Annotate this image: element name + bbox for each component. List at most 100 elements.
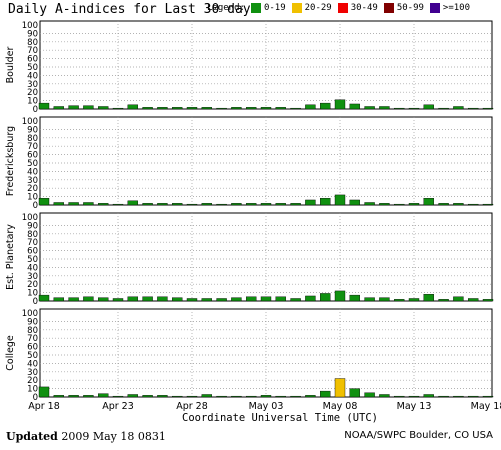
x-tick-label: May 08 bbox=[323, 401, 358, 412]
bar-est-planetary-may-05 bbox=[290, 298, 301, 302]
bar-college-may-16 bbox=[453, 395, 464, 398]
bar-college-apr-23 bbox=[112, 395, 124, 398]
bar-college-apr-30 bbox=[216, 395, 227, 398]
bar-fredericksburg-may-15 bbox=[438, 203, 449, 206]
bar-college-apr-24 bbox=[127, 394, 139, 398]
bar-fredericksburg-apr-30 bbox=[216, 203, 227, 206]
bar-fredericksburg-may-07 bbox=[320, 198, 331, 206]
bar-fredericksburg-apr-21 bbox=[83, 202, 94, 206]
bar-boulder-may-12 bbox=[394, 107, 405, 110]
bar-boulder-may-15 bbox=[438, 107, 449, 110]
y-tick-label: 100 bbox=[22, 117, 38, 127]
x-tick-label: Apr 18 bbox=[28, 401, 60, 412]
credit-text: NOAA/SWPC Boulder, CO USA bbox=[344, 430, 493, 441]
bar-fredericksburg-apr-28 bbox=[186, 203, 198, 206]
bar-est-planetary-may-08 bbox=[334, 290, 346, 302]
bar-est-planetary-may-15 bbox=[438, 299, 449, 302]
bar-college-may-01 bbox=[231, 395, 242, 398]
bar-est-planetary-may-18 bbox=[482, 299, 494, 302]
bar-est-planetary-may-14 bbox=[423, 294, 434, 302]
bar-boulder-may-14 bbox=[423, 104, 434, 110]
bar-est-planetary-apr-22 bbox=[97, 297, 109, 302]
bar-est-planetary-may-16 bbox=[453, 296, 464, 302]
bar-fredericksburg-apr-29 bbox=[201, 203, 213, 206]
bar-boulder-may-08 bbox=[334, 99, 346, 110]
bar-fredericksburg-may-11 bbox=[379, 203, 390, 206]
panel-frame bbox=[39, 308, 493, 398]
bar-est-planetary-apr-25 bbox=[142, 296, 153, 302]
updated-stamp: Updated 2009 May 18 0831 bbox=[6, 430, 166, 443]
bar-boulder-apr-21 bbox=[83, 105, 94, 110]
y-tick-label: 100 bbox=[22, 21, 38, 31]
panel-est-planetary: 0102030405060708090100Est. Planetary bbox=[5, 212, 494, 307]
bar-college-may-10 bbox=[364, 392, 375, 398]
bar-est-planetary-apr-29 bbox=[201, 298, 213, 302]
bar-est-planetary-apr-27 bbox=[171, 297, 183, 302]
bar-fredericksburg-apr-23 bbox=[112, 203, 124, 206]
bar-college-may-14 bbox=[423, 394, 434, 398]
bar-est-planetary-may-11 bbox=[379, 297, 390, 302]
y-axis-label: Est. Planetary bbox=[5, 224, 16, 290]
bar-fredericksburg-apr-20 bbox=[68, 202, 79, 206]
bar-fredericksburg-may-12 bbox=[394, 203, 405, 206]
panel-boulder: 0102030405060708090100Boulder bbox=[5, 20, 494, 115]
x-tick-label: Apr 28 bbox=[176, 401, 208, 412]
bar-boulder-may-06 bbox=[305, 104, 316, 110]
bar-boulder-may-16 bbox=[453, 106, 464, 110]
bar-boulder-may-04 bbox=[275, 107, 286, 110]
bar-college-apr-25 bbox=[142, 395, 153, 398]
bar-college-may-05 bbox=[290, 395, 301, 398]
bar-fredericksburg-may-14 bbox=[423, 198, 434, 206]
bar-fredericksburg-may-16 bbox=[453, 203, 464, 206]
bar-est-planetary-may-03 bbox=[260, 296, 272, 302]
bar-college-may-17 bbox=[468, 395, 479, 398]
x-tick-label: Apr 23 bbox=[102, 401, 134, 412]
bar-college-apr-20 bbox=[68, 395, 79, 398]
bar-fredericksburg-apr-26 bbox=[157, 203, 168, 206]
x-tick-label: May 13 bbox=[397, 401, 432, 412]
x-axis-label: Coordinate Universal Time (UTC) bbox=[182, 412, 378, 424]
bar-college-may-08 bbox=[334, 378, 346, 398]
bar-boulder-may-07 bbox=[320, 102, 331, 110]
bar-fredericksburg-may-13 bbox=[408, 203, 420, 206]
x-tick-label: May 03 bbox=[249, 401, 284, 412]
bar-college-may-06 bbox=[305, 395, 316, 398]
bar-college-may-11 bbox=[379, 394, 390, 398]
bar-college-may-04 bbox=[275, 395, 286, 398]
bar-boulder-apr-26 bbox=[157, 107, 168, 110]
bar-boulder-may-17 bbox=[468, 107, 479, 110]
y-tick-label: 100 bbox=[22, 213, 38, 223]
bar-fredericksburg-apr-22 bbox=[97, 203, 109, 206]
bar-fredericksburg-may-18 bbox=[482, 203, 494, 206]
bar-fredericksburg-apr-19 bbox=[53, 202, 64, 206]
bar-fredericksburg-may-05 bbox=[290, 203, 301, 206]
bar-college-may-12 bbox=[394, 395, 405, 398]
bar-boulder-apr-22 bbox=[97, 106, 109, 110]
bar-fredericksburg-apr-25 bbox=[142, 203, 153, 206]
bar-boulder-apr-23 bbox=[112, 107, 124, 110]
bar-est-planetary-may-02 bbox=[245, 296, 257, 302]
bar-fredericksburg-apr-24 bbox=[127, 200, 139, 206]
bar-boulder-may-09 bbox=[349, 103, 360, 110]
bar-boulder-may-18 bbox=[482, 107, 494, 110]
bar-fredericksburg-apr-27 bbox=[171, 203, 183, 206]
y-tick-label: 100 bbox=[22, 309, 38, 319]
panel-college: 0102030405060708090100College bbox=[5, 308, 494, 403]
bar-est-planetary-may-13 bbox=[408, 298, 420, 302]
bar-college-may-18 bbox=[482, 395, 494, 398]
bar-boulder-may-05 bbox=[290, 107, 301, 110]
bar-college-may-15 bbox=[438, 395, 449, 398]
bar-boulder-may-10 bbox=[364, 106, 375, 110]
bar-est-planetary-may-12 bbox=[394, 299, 405, 302]
bar-boulder-apr-27 bbox=[171, 107, 183, 110]
bar-est-planetary-apr-28 bbox=[186, 298, 198, 302]
bar-est-planetary-apr-23 bbox=[112, 298, 124, 302]
bar-college-may-03 bbox=[260, 395, 272, 398]
bar-fredericksburg-may-17 bbox=[468, 203, 479, 206]
charts-canvas: 0102030405060708090100Boulder 01020304050… bbox=[5, 20, 501, 424]
bar-college-apr-22 bbox=[97, 393, 109, 398]
bar-est-planetary-may-17 bbox=[468, 298, 479, 302]
panel-frame bbox=[39, 212, 493, 302]
bar-fredericksburg-may-09 bbox=[349, 199, 360, 206]
panel-frame bbox=[39, 20, 493, 110]
